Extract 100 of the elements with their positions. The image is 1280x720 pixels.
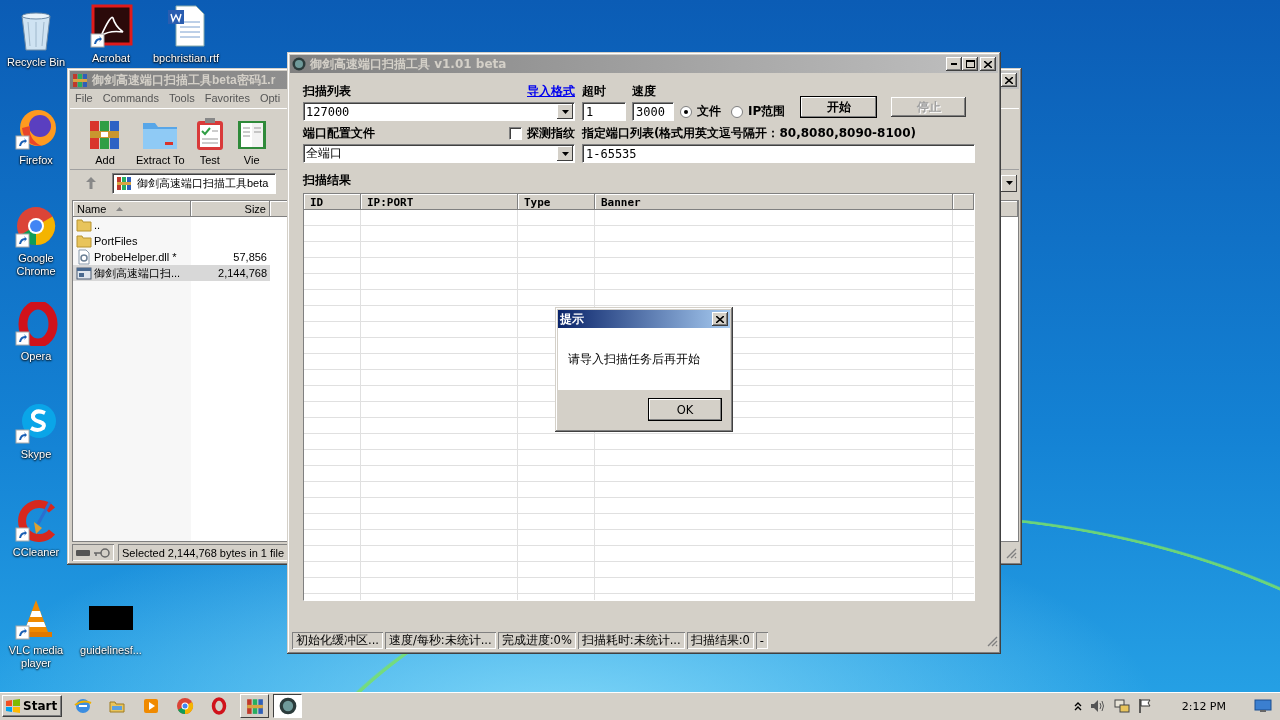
extract-button[interactable]: Extract To: [132, 117, 189, 166]
column-header[interactable]: Type: [518, 194, 595, 210]
speaker-icon[interactable]: [1089, 699, 1106, 713]
file-name: ..: [94, 219, 101, 231]
disc-icon: [292, 57, 306, 71]
drive-icon: [76, 549, 90, 556]
file-row[interactable]: PortFiles: [73, 233, 270, 249]
close-icon: [716, 315, 724, 323]
close-button[interactable]: [1001, 73, 1017, 87]
icon-label: Acrobat: [92, 52, 130, 65]
file-name: 御剑高速端口扫...: [94, 265, 181, 281]
folder-icon: [76, 233, 92, 249]
view-button[interactable]: Vie: [232, 117, 271, 166]
path-field[interactable]: 御剑高速端口扫描工具beta: [112, 172, 276, 194]
checkbox-label: 探测指纹: [527, 125, 575, 142]
start-button[interactable]: Start: [2, 695, 63, 717]
icon-label: guidelinesf...: [80, 644, 142, 657]
start-button[interactable]: 开始: [800, 96, 878, 118]
pdf-icon[interactable]: [89, 4, 133, 48]
menu-item[interactable]: Tools: [169, 92, 195, 105]
menu-item[interactable]: Favorites: [204, 92, 250, 105]
maximize-icon: [965, 60, 975, 68]
icon-label: CCleaner: [12, 546, 60, 559]
chevron-icon[interactable]: [1073, 701, 1082, 711]
clipboard-icon: [194, 117, 225, 151]
window-file-icon: [76, 265, 92, 281]
wheel-icon[interactable]: [176, 697, 195, 715]
close-button[interactable]: [980, 57, 996, 71]
checkbox[interactable]: [509, 127, 522, 140]
file-row[interactable]: 御剑高速端口扫... 2,144,768: [73, 265, 270, 281]
menu-item[interactable]: Opti: [259, 92, 281, 105]
field-label: 端口配置文件: [303, 125, 375, 142]
window-title: 御剑高速端口扫描工具beta密码1.r: [92, 71, 277, 89]
icon-label: Recycle Bin: [6, 56, 66, 69]
ok-button[interactable]: OK: [648, 398, 722, 421]
radio-button[interactable]: [680, 105, 692, 118]
icon-label: Firefox: [19, 154, 53, 167]
dialog-title: 提示: [560, 310, 585, 328]
key-icon: [94, 547, 110, 558]
sort-arrow-icon: [116, 207, 124, 211]
resize-grip-icon: [1005, 546, 1017, 559]
wheel-icon[interactable]: [14, 204, 58, 248]
clock: 2:12 PM: [1181, 699, 1226, 713]
radio-label: IP范围: [748, 103, 786, 120]
up-arrow-icon: [86, 177, 96, 189]
column-header[interactable]: Banner: [595, 194, 953, 210]
section-label: 扫描结果: [303, 172, 351, 189]
file-name: PortFiles: [94, 235, 138, 247]
flag-icon[interactable]: [1137, 698, 1152, 714]
window-title: 御剑高速端口扫描工具 v1.01 beta: [310, 55, 508, 73]
dialog-message: 请导入扫描任务后再开始: [568, 351, 700, 367]
file-size: 57,856: [232, 251, 267, 263]
file-size: 2,144,768: [217, 267, 267, 279]
column-header[interactable]: ID: [304, 194, 361, 210]
column-header[interactable]: Size: [191, 201, 270, 217]
caret-icon: [561, 109, 569, 114]
icon-label: Skype: [20, 448, 52, 461]
timeout-field[interactable]: 1: [582, 102, 626, 121]
maximize-button[interactable]: [962, 57, 978, 71]
port-profile-dropdown[interactable]: 全端口: [303, 144, 575, 163]
import-format-link[interactable]: 导入格式: [527, 83, 575, 100]
status-panel: 初始化缓冲区...: [292, 632, 383, 649]
status-panel: 完成进度:0%: [497, 632, 576, 649]
icon-label: Google Chrome: [15, 252, 57, 278]
network-icon[interactable]: [1113, 698, 1130, 714]
brush-icon[interactable]: [14, 498, 58, 542]
ring-icon[interactable]: [14, 302, 58, 346]
file-row[interactable]: ..: [73, 217, 270, 233]
field-label: 超时: [582, 83, 606, 100]
radio-button[interactable]: [731, 105, 743, 118]
status-panel: 扫描耗时:未统计...: [577, 632, 685, 649]
add-button[interactable]: Add: [84, 117, 126, 166]
taskbar-button[interactable]: [273, 694, 303, 718]
gear-file-icon: [76, 249, 92, 265]
test-button[interactable]: Test: [190, 117, 229, 166]
windows-logo-icon: [5, 699, 21, 713]
ring-icon[interactable]: [210, 697, 229, 715]
radio-label: 文件: [697, 103, 721, 120]
column-header[interactable]: IP:PORT: [361, 194, 518, 210]
speed-field[interactable]: 3000: [632, 102, 674, 121]
icon-label: bpchristian.rtf: [153, 52, 219, 65]
menu-item[interactable]: File: [75, 92, 93, 105]
close-icon: [1005, 76, 1013, 84]
minimize-button[interactable]: [946, 57, 962, 71]
column-header[interactable]: Name: [73, 201, 191, 217]
file-name: ProbeHelper.dll *: [94, 251, 177, 263]
menu-item[interactable]: Commands: [102, 92, 159, 105]
scan-list-dropdown[interactable]: 127000: [303, 102, 575, 121]
file-row[interactable]: ProbeHelper.dll * 57,856: [73, 249, 270, 265]
field-label: 扫描列表: [303, 83, 351, 100]
dropdown-button[interactable]: [1001, 174, 1017, 192]
status-panel: -: [755, 632, 768, 649]
show-desktop-icon[interactable]: [1254, 699, 1272, 713]
close-button[interactable]: [712, 312, 728, 326]
globe-icon[interactable]: [74, 697, 93, 715]
caret-icon: [1005, 181, 1013, 185]
status-panel: 速度/每秒:未统计...: [384, 632, 496, 649]
port-list-field[interactable]: 1-65535: [582, 144, 975, 163]
icon-label: VLC media player: [7, 644, 65, 670]
caret-icon: [561, 151, 569, 156]
